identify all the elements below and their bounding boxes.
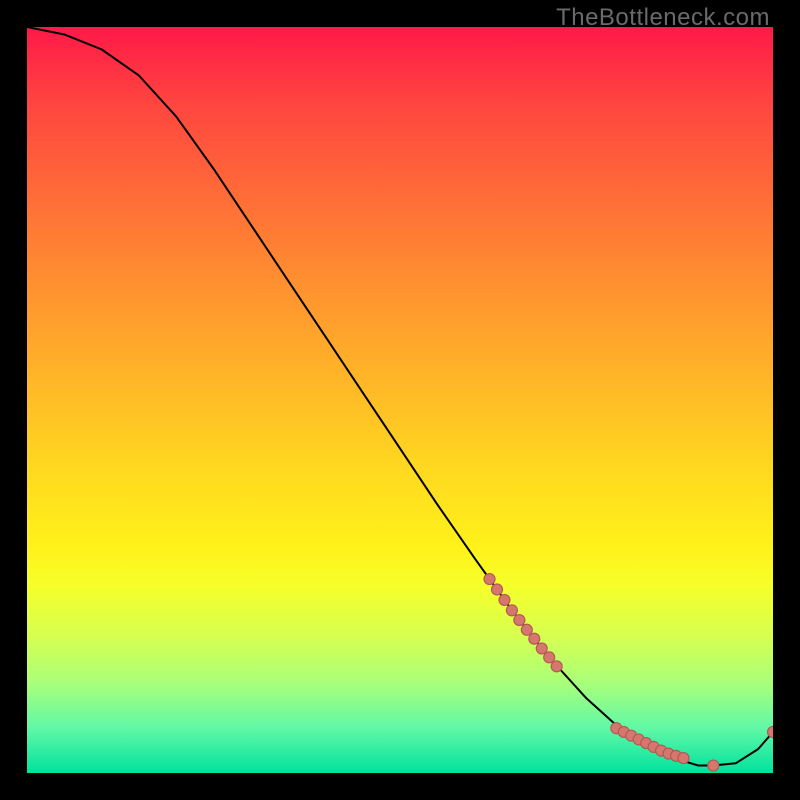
plot-area bbox=[27, 27, 773, 773]
chart-frame: TheBottleneck.com bbox=[0, 0, 800, 800]
gradient-background bbox=[27, 27, 773, 773]
